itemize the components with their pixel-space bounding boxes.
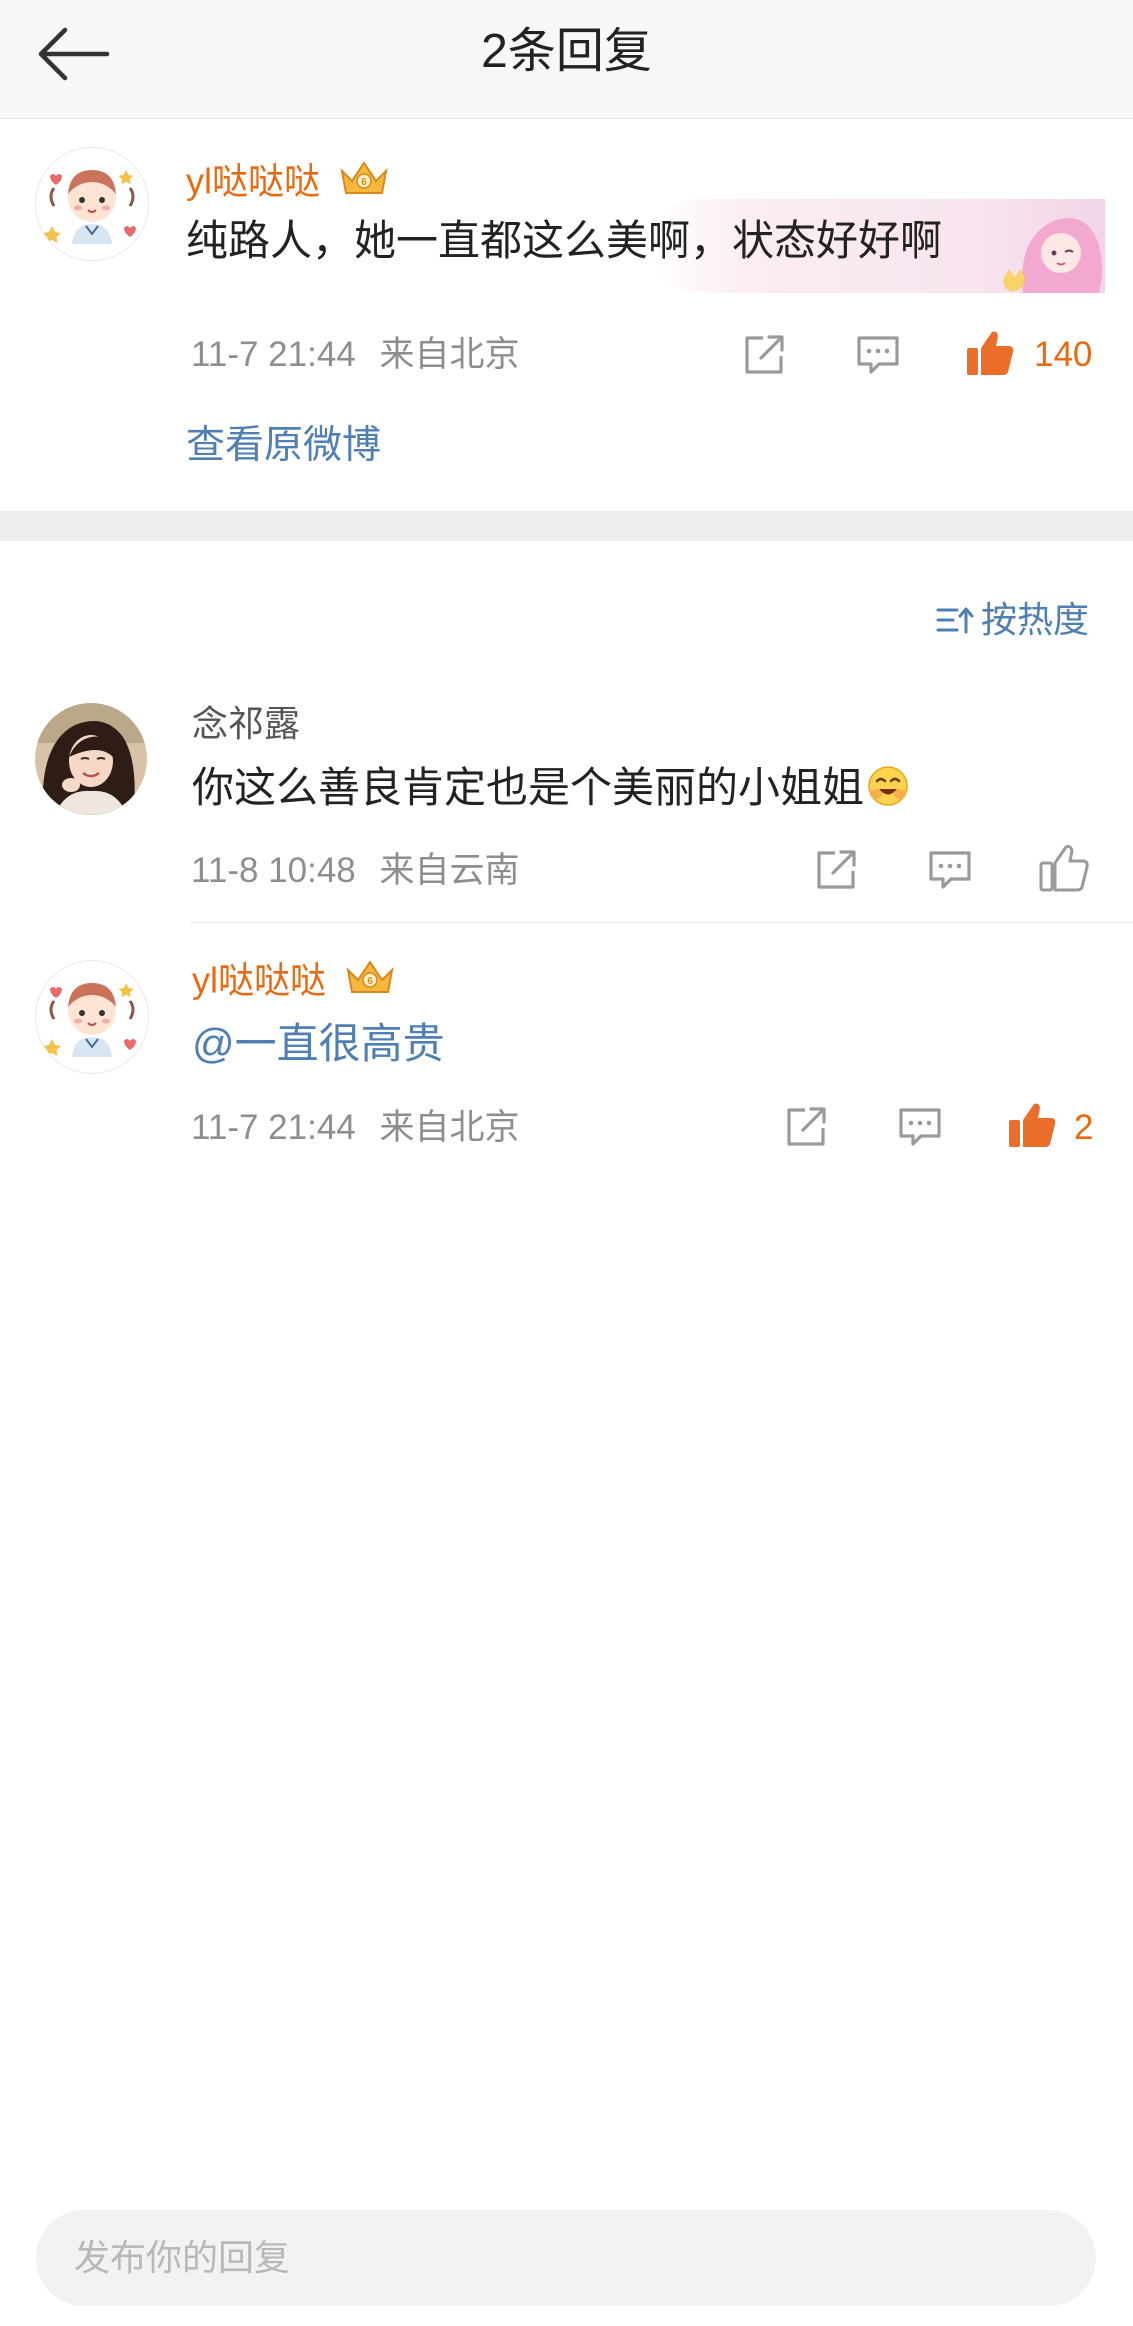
like-count: 140 — [1034, 335, 1093, 374]
comment-button[interactable] — [892, 1099, 948, 1155]
anime-girl-sticker-icon — [1003, 218, 1102, 293]
share-button[interactable] — [736, 327, 792, 383]
avatar[interactable] — [35, 147, 149, 261]
thumbs-up-liked-icon — [967, 331, 1014, 375]
page-title: 2条回复 — [481, 25, 652, 78]
reply-input[interactable]: 发布你的回复 — [36, 2210, 1096, 2306]
vip-crown-icon: 6 — [344, 958, 396, 1008]
comment-icon — [929, 851, 971, 889]
reply-date: 11-8 10:48 — [191, 851, 356, 890]
share-button[interactable] — [778, 1099, 834, 1155]
comment-icon — [899, 1108, 941, 1146]
reply-text-body: 你这么善良肯定也是个美丽的小姐姐 — [192, 764, 865, 811]
cartoon-girl-avatar-icon — [36, 961, 148, 1073]
reply-divider — [190, 922, 1133, 923]
like-button[interactable] — [1036, 840, 1092, 896]
reply-input-placeholder: 发布你的回复 — [74, 2237, 291, 2278]
thumbs-up-liked-icon — [1009, 1103, 1056, 1147]
user-photo-avatar-icon — [35, 703, 147, 815]
share-icon — [817, 850, 856, 889]
reply-meta: 11-7 21:44 来自北京 — [191, 1106, 520, 1150]
like-count: 2 — [1074, 1108, 1094, 1147]
reply-location: 来自云南 — [379, 851, 520, 890]
view-original-post-link[interactable]: 查看原微博 — [186, 421, 381, 471]
sort-label: 按热度 — [980, 599, 1089, 640]
sort-by-hot-button[interactable]: 按热度 — [935, 596, 1089, 644]
username-link[interactable]: 念祁露 — [192, 702, 300, 746]
comment-meta: 11-7 21:44 来自北京 — [191, 333, 520, 377]
like-button[interactable] — [1004, 1097, 1060, 1153]
avatar[interactable] — [35, 703, 147, 815]
comment-location: 来自北京 — [379, 335, 520, 374]
comment-text: 纯路人，她一直都这么美啊，状态好好啊 — [186, 217, 943, 264]
cartoon-girl-avatar-icon — [36, 148, 148, 260]
avatar[interactable] — [35, 960, 149, 1074]
username-text: 念祁露 — [192, 703, 301, 744]
username-link[interactable]: yl哒哒哒 6 — [186, 159, 390, 209]
comment-date: 11-7 21:44 — [191, 335, 356, 374]
top-nav-bar: 2条回复 — [0, 0, 1133, 119]
root-comment: yl哒哒哒 6 纯路人，她一直都这么美啊，状态好好啊 11-7 21:44 来自… — [0, 119, 1133, 511]
section-divider — [0, 511, 1133, 541]
share-icon — [745, 335, 784, 374]
share-button[interactable] — [808, 842, 864, 898]
comment-button[interactable] — [850, 327, 906, 383]
sort-icon — [936, 607, 974, 634]
reply-text: 你这么善良肯定也是个美丽的小姐姐 — [192, 760, 910, 822]
svg-text:6: 6 — [367, 976, 373, 987]
username-link[interactable]: yl哒哒哒 6 — [192, 958, 396, 1008]
smile-emoji-icon — [866, 764, 910, 822]
comment-button[interactable] — [922, 842, 978, 898]
thumbs-up-icon — [1039, 845, 1089, 892]
username-text: yl哒哒哒 — [186, 160, 320, 202]
mention-link[interactable]: @一直很高贵 — [192, 1016, 445, 1072]
reply-location: 来自北京 — [379, 1108, 520, 1147]
reply-meta: 11-8 10:48 来自云南 — [191, 849, 520, 893]
vip-crown-icon: 6 — [338, 159, 390, 209]
share-icon — [787, 1107, 826, 1146]
like-button[interactable] — [962, 325, 1018, 381]
username-text: yl哒哒哒 — [192, 959, 326, 1001]
reply-date: 11-7 21:44 — [191, 1108, 356, 1147]
comment-icon — [857, 336, 899, 374]
svg-text:6: 6 — [361, 177, 367, 188]
